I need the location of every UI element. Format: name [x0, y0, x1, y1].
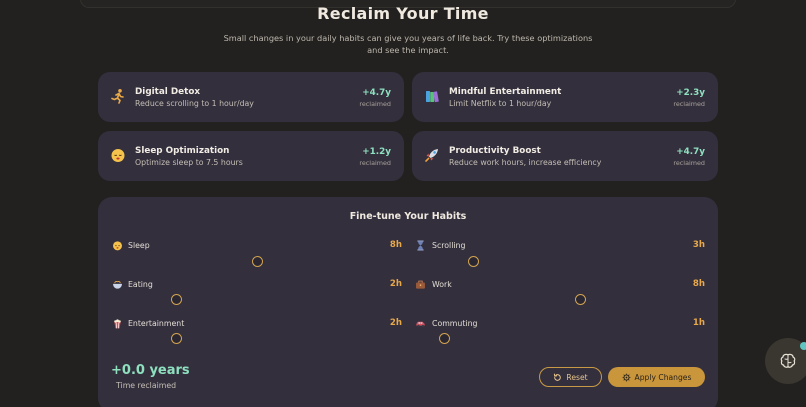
habit-slider-thumb-scrolling[interactable]	[468, 256, 479, 267]
suggestion-title: Digital Detox	[135, 87, 201, 97]
habit-label-eating: Eating	[128, 280, 153, 289]
books-icon	[426, 91, 439, 103]
page-title: Reclaim Your Time	[317, 4, 489, 23]
briefcase-icon	[416, 280, 425, 289]
running-person-icon	[111, 89, 124, 104]
reset-label: Reset	[566, 372, 588, 382]
suggestion-gain-label: reclaimed	[673, 159, 705, 167]
suggestion-gain-label: reclaimed	[359, 159, 391, 167]
reset-icon	[554, 373, 562, 381]
fine-tune-title: Fine-tune Your Habits	[349, 211, 467, 222]
suggestion-desc: Reduce scrolling to 1 hour/day	[135, 99, 254, 108]
suggestion-title: Productivity Boost	[449, 146, 541, 156]
suggestion-card-sleep-optimization[interactable]: Sleep Optimization Optimize sleep to 7.5…	[98, 131, 404, 181]
habit-slider-thumb-sleep[interactable]	[252, 256, 263, 267]
suggestion-gain: +1.2y	[362, 147, 391, 157]
habit-label-entertainment: Entertainment	[128, 319, 185, 328]
suggestion-desc: Reduce work hours, increase efficiency	[449, 158, 602, 167]
suggestion-desc: Optimize sleep to 7.5 hours	[135, 158, 243, 167]
habit-slider-thumb-work[interactable]	[575, 294, 587, 305]
apply-changes-button[interactable]: Apply Changes	[608, 367, 705, 387]
habit-label-commuting: Commuting	[432, 319, 478, 328]
habit-label-scrolling: Scrolling	[432, 241, 466, 250]
suggestion-title: Sleep Optimization	[135, 146, 230, 156]
car-icon	[416, 321, 425, 328]
popcorn-icon	[114, 319, 121, 329]
habit-slider-thumb-commuting[interactable]	[439, 333, 450, 344]
habit-value-sleep: 8h	[389, 240, 402, 250]
suggestion-gain: +4.7y	[362, 88, 391, 98]
brain-icon	[780, 353, 796, 368]
time-reclaimed-label: Time reclaimed	[116, 381, 177, 390]
fine-tune-panel: Fine-tune Your Habits Sleep 8h Scrolling…	[98, 197, 718, 407]
suggestion-gain: +4.7y	[676, 147, 705, 157]
habit-label-work: Work	[432, 280, 452, 289]
habit-slider-thumb-entertainment[interactable]	[170, 333, 182, 344]
suggestion-card-digital-detox[interactable]: Digital Detox Reduce scrolling to 1 hour…	[98, 72, 404, 122]
suggestion-card-productivity-boost[interactable]: Productivity Boost Reduce work hours, in…	[412, 131, 718, 181]
habit-value-commuting: 1h	[692, 318, 705, 328]
habit-slider-thumb-eating[interactable]	[170, 294, 182, 305]
habit-value-eating: 2h	[389, 279, 402, 289]
time-reclaimed-value: +0.0 years	[111, 363, 190, 378]
food-bowl-icon	[113, 281, 122, 289]
reset-button[interactable]: Reset	[539, 367, 602, 387]
gear-icon	[622, 373, 630, 381]
suggestion-desc: Limit Netflix to 1 hour/day	[449, 99, 552, 108]
suggestion-gain-label: reclaimed	[673, 100, 705, 108]
suggestion-gain-label: reclaimed	[359, 100, 391, 108]
apply-changes-label: Apply Changes	[634, 372, 692, 382]
hourglass-icon	[417, 240, 424, 251]
habit-value-scrolling: 3h	[692, 240, 705, 250]
suggestion-title: Mindful Entertainment	[449, 87, 562, 97]
habit-label-sleep: Sleep	[128, 241, 150, 250]
notification-dot	[800, 342, 806, 350]
page-subtitle: Small changes in your daily habits can g…	[223, 33, 593, 55]
sleeping-face-icon	[113, 241, 122, 251]
habit-value-work: 8h	[692, 279, 705, 289]
suggestion-card-mindful-entertainment[interactable]: Mindful Entertainment Limit Netflix to 1…	[412, 72, 718, 122]
suggestion-gain: +2.3y	[676, 88, 705, 98]
sleeping-face-icon	[111, 149, 125, 162]
habit-value-entertainment: 2h	[389, 318, 402, 328]
rocket-icon	[425, 149, 438, 162]
